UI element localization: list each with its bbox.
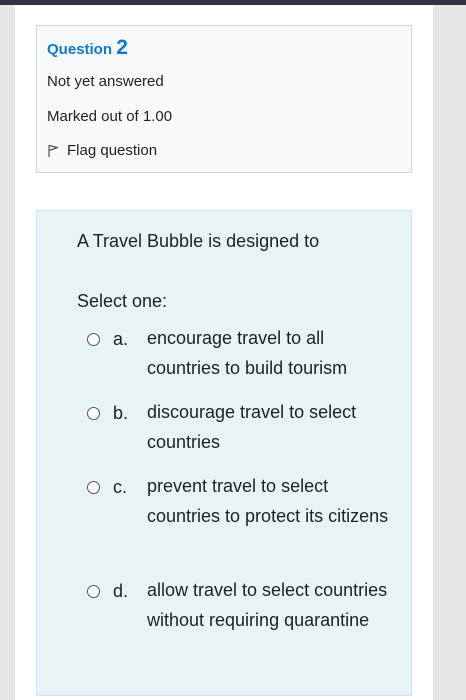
flag-icon [48,144,59,157]
question-number: 2 [116,36,128,59]
option-text: encourage travel to all countries to bui… [147,328,348,378]
answer-prompt: Select one: [77,291,168,311]
option-text: discourage travel to select countries [147,402,357,452]
flag-question-label: Flag question [67,142,158,159]
question-state: Not yet answered [47,73,164,90]
option-letter: c. [113,477,128,497]
question-label: Question [47,41,113,58]
radio-icon[interactable] [87,333,100,346]
question-info-box: Question 2 Not yet answered Marked out o… [36,25,412,173]
option-text: allow travel to select countries without… [147,580,388,630]
flag-question-link[interactable]: Flag question [47,142,157,159]
question-title: Question 2 [47,36,128,60]
radio-icon[interactable] [87,481,100,494]
option-letter: d. [113,581,129,601]
option-letter: a. [113,329,129,349]
radio-icon[interactable] [87,585,100,598]
option-text: prevent travel to select countries to pr… [147,476,389,526]
radio-icon[interactable] [87,407,100,420]
option-letter: b. [113,403,129,423]
question-content-box: A Travel Bubble is designed to Select on… [36,210,412,696]
question-text: A Travel Bubble is designed to [77,231,320,251]
question-grade: Marked out of 1.00 [47,108,173,125]
